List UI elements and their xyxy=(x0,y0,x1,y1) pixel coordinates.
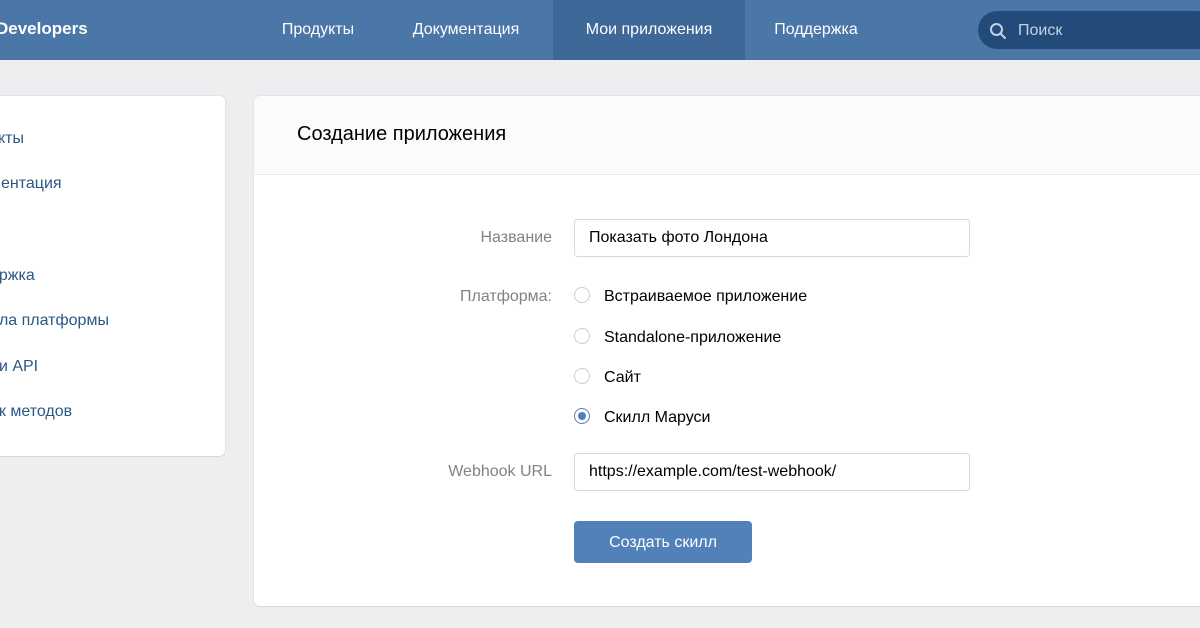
name-label: Название xyxy=(480,229,553,246)
radio-button[interactable] xyxy=(574,287,590,303)
top-navigation-bar: Developers Продукты Документация Мои при… xyxy=(0,0,1200,60)
create-app-card: Создание приложения Название Платформа: … xyxy=(254,96,1200,606)
sidebar-item-products[interactable]: укты xyxy=(0,128,24,150)
card-header: Создание приложения xyxy=(254,96,1200,175)
nav-item-my-apps[interactable]: Мои приложения xyxy=(553,0,745,60)
radio-button[interactable] xyxy=(574,328,590,344)
nav-item-products[interactable]: Продукты xyxy=(258,0,378,60)
sidebar: укты ментация ержка ила платформы ии API… xyxy=(0,96,225,456)
radio-label: Встраиваемое приложение xyxy=(604,288,808,305)
search-input[interactable] xyxy=(1016,11,1190,51)
name-input[interactable] xyxy=(574,219,970,257)
page-title: Создание приложения xyxy=(297,123,507,145)
logo[interactable]: Developers xyxy=(0,0,88,60)
sidebar-item-platform-rules[interactable]: ила платформы xyxy=(0,310,109,332)
create-skill-button[interactable]: Создать скилл xyxy=(574,521,752,563)
sidebar-item-documentation[interactable]: ментация xyxy=(0,173,62,195)
radio-label: Standalone-приложение xyxy=(604,329,782,346)
radio-button[interactable] xyxy=(574,368,590,384)
webhook-url-input[interactable] xyxy=(574,453,970,491)
radio-label: Сайт xyxy=(604,369,641,386)
sidebar-item-methods-list[interactable]: ок методов xyxy=(0,401,72,423)
search-box[interactable] xyxy=(978,11,1200,51)
sidebar-item-support[interactable]: ержка xyxy=(0,265,35,287)
radio-button-checked[interactable] xyxy=(574,408,590,424)
search-icon xyxy=(990,23,1006,39)
nav-item-support[interactable]: Поддержка xyxy=(752,0,880,60)
sidebar-item-api-versions[interactable]: ии API xyxy=(0,356,38,378)
webhook-url-label: Webhook URL xyxy=(448,463,552,480)
radio-label: Скилл Маруси xyxy=(604,409,711,426)
platform-label: Платформа: xyxy=(459,288,552,305)
nav-item-documentation[interactable]: Документация xyxy=(386,0,546,60)
